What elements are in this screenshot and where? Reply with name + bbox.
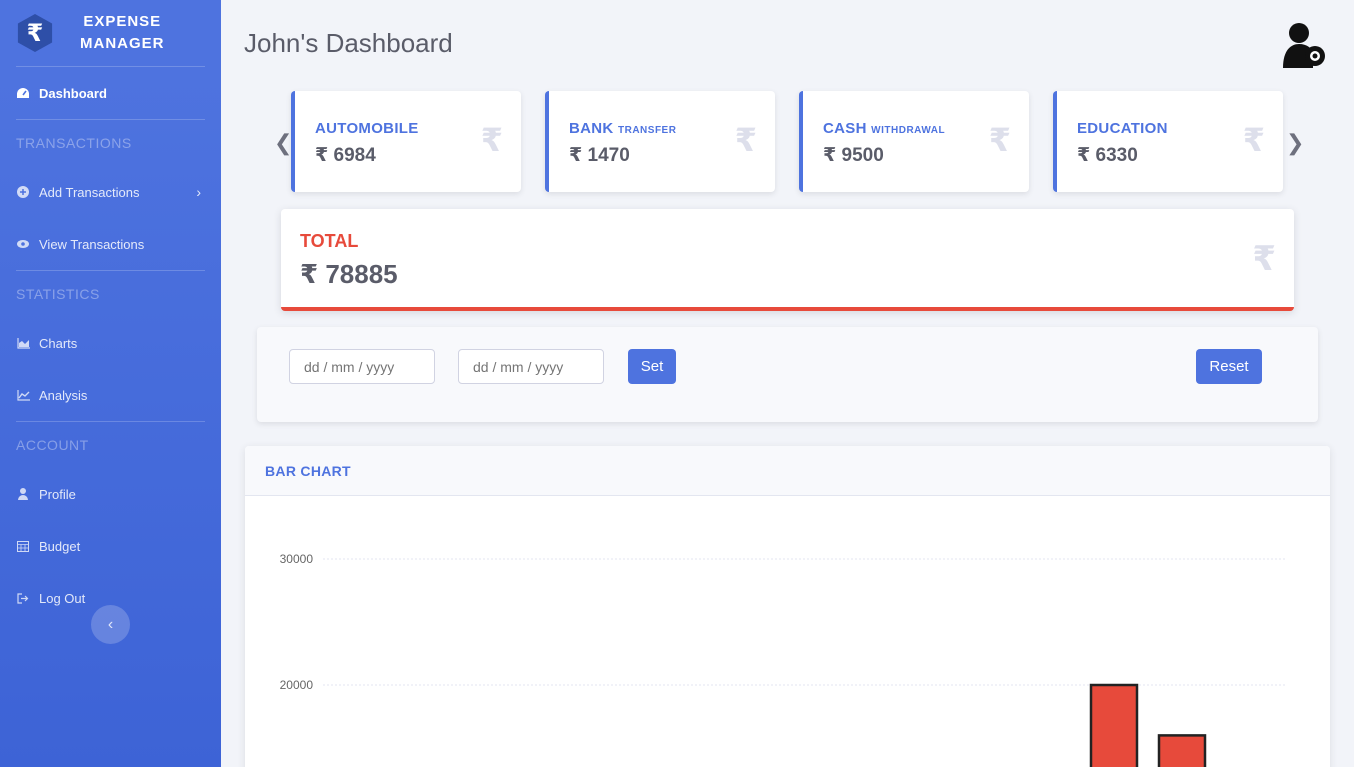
user-settings-icon[interactable] bbox=[1279, 20, 1331, 72]
bar[interactable] bbox=[1089, 683, 1139, 767]
card-label: EDUCATION bbox=[1077, 120, 1168, 137]
sidebar-item-budget[interactable]: Budget bbox=[0, 520, 221, 572]
calendar-icon bbox=[16, 539, 30, 553]
card-value: ₹ 9500 bbox=[823, 145, 884, 166]
sign-out-icon bbox=[16, 591, 30, 605]
sidebar-item-charts[interactable]: Charts bbox=[0, 317, 221, 369]
sidebar-heading-statistics: STATISTICS bbox=[16, 286, 100, 302]
tachometer-icon bbox=[16, 86, 30, 100]
card-value: ₹ 6330 bbox=[1077, 145, 1138, 166]
eye-icon bbox=[16, 237, 30, 251]
rupee-logo-icon: ₹ bbox=[16, 14, 54, 52]
sidebar-item-label: Add Transactions bbox=[39, 184, 140, 200]
sidebar-item-label: View Transactions bbox=[39, 236, 145, 252]
bar[interactable] bbox=[1157, 734, 1207, 767]
total-value: ₹ 78885 bbox=[300, 259, 398, 289]
category-card-automobile[interactable]: AUTOMOBILE ₹ 6984 ₹ bbox=[291, 91, 521, 192]
user-icon bbox=[16, 487, 30, 501]
carousel-prev-icon[interactable]: ❮ bbox=[274, 130, 292, 156]
sidebar-item-label: Analysis bbox=[39, 387, 88, 403]
brand[interactable]: ₹ EXPENSE MANAGER bbox=[0, 0, 221, 66]
y-tick-label: 20000 bbox=[280, 678, 314, 692]
sidebar-item-label: Charts bbox=[39, 335, 78, 351]
carousel-next-icon[interactable]: ❯ bbox=[1286, 130, 1304, 156]
sidebar-item-analysis[interactable]: Analysis bbox=[0, 369, 221, 421]
sidebar-item-label: Dashboard bbox=[39, 85, 107, 101]
card-label: CASH WITHDRAWAL bbox=[823, 120, 946, 137]
card-value: ₹ 6984 bbox=[315, 145, 376, 166]
y-tick-label: 30000 bbox=[280, 552, 314, 566]
rupee-icon: ₹ bbox=[1252, 240, 1276, 278]
chart-header: BAR CHART bbox=[245, 446, 1330, 496]
sidebar-heading-account: ACCOUNT bbox=[16, 437, 89, 453]
rupee-icon: ₹ bbox=[1242, 122, 1265, 158]
start-date-input[interactable] bbox=[289, 349, 435, 384]
bar-chart: 20000 30000 bbox=[280, 552, 1285, 767]
area-chart-icon bbox=[16, 336, 30, 350]
sidebar-item-add-transactions[interactable]: Add Transactions › bbox=[0, 166, 221, 218]
date-filter-panel: Set Reset bbox=[257, 327, 1318, 422]
brand-line-1: EXPENSE bbox=[83, 13, 162, 30]
chevron-left-icon: ‹ bbox=[107, 615, 114, 633]
card-label: AUTOMOBILE bbox=[315, 120, 419, 137]
card-label: BANK TRANSFER bbox=[569, 120, 677, 137]
chart-title: BAR CHART bbox=[265, 462, 351, 479]
sidebar-toggle-button[interactable]: ‹ bbox=[91, 605, 130, 644]
brand-line-2: MANAGER bbox=[80, 35, 165, 52]
rupee-icon: ₹ bbox=[988, 122, 1011, 158]
sidebar: ₹ EXPENSE MANAGER Dashboard TRANSACTIONS… bbox=[0, 0, 221, 767]
sidebar-item-dashboard[interactable]: Dashboard bbox=[0, 67, 221, 119]
total-label: TOTAL bbox=[300, 231, 359, 251]
category-card-bank-transfer[interactable]: BANK TRANSFER ₹ 1470 ₹ bbox=[545, 91, 775, 192]
page-title: John's Dashboard bbox=[244, 28, 453, 58]
sidebar-item-label: Profile bbox=[39, 486, 76, 502]
category-card-cash-withdrawal[interactable]: CASH WITHDRAWAL ₹ 9500 ₹ bbox=[799, 91, 1029, 192]
sidebar-item-profile[interactable]: Profile bbox=[0, 468, 221, 520]
set-button[interactable]: Set bbox=[628, 349, 676, 384]
reset-button[interactable]: Reset bbox=[1196, 349, 1262, 384]
total-card: TOTAL ₹ 78885 ₹ bbox=[281, 209, 1294, 311]
card-value: ₹ 1470 bbox=[569, 145, 630, 166]
sidebar-item-label: Budget bbox=[39, 538, 81, 554]
sidebar-item-label: Log Out bbox=[39, 590, 86, 606]
sidebar-item-view-transactions[interactable]: View Transactions bbox=[0, 218, 221, 270]
line-chart-icon bbox=[16, 388, 30, 402]
plus-circle-icon bbox=[16, 185, 30, 199]
sidebar-heading-transactions: TRANSACTIONS bbox=[16, 135, 132, 151]
category-card-education[interactable]: EDUCATION ₹ 6330 ₹ bbox=[1053, 91, 1283, 192]
rupee-icon: ₹ bbox=[480, 122, 503, 158]
bar-chart-card: BAR CHART 20000 30000 bbox=[245, 446, 1330, 767]
end-date-input[interactable] bbox=[458, 349, 604, 384]
brand-name: EXPENSE MANAGER bbox=[80, 11, 165, 55]
chevron-right-icon: › bbox=[196, 184, 201, 200]
rupee-icon: ₹ bbox=[734, 122, 757, 158]
